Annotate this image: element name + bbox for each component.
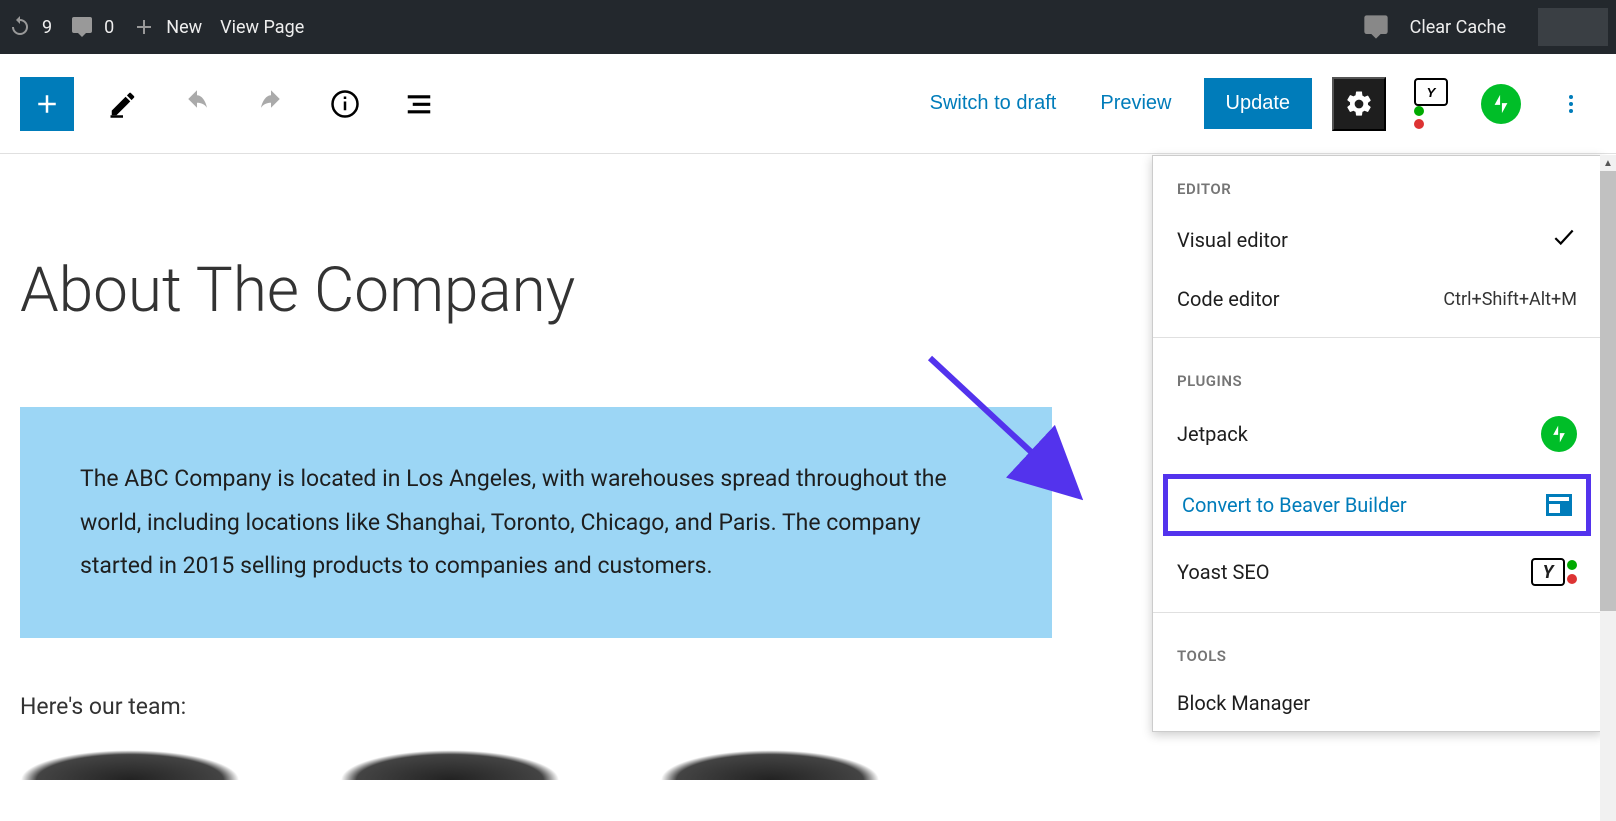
scrollbar-up-arrow[interactable]: ▲	[1600, 155, 1616, 171]
gear-icon	[1344, 89, 1374, 119]
undo-icon	[182, 89, 212, 119]
menu-divider	[1153, 612, 1601, 613]
block-manager-label: Block Manager	[1177, 691, 1310, 715]
comment-icon	[1362, 13, 1390, 41]
beaver-label: Convert to Beaver Builder	[1182, 493, 1407, 517]
clear-cache-button[interactable]: Clear Cache	[1410, 17, 1506, 38]
yoast-label: Yoast SEO	[1177, 560, 1270, 584]
vertical-scrollbar[interactable]: ▲	[1600, 155, 1616, 821]
code-editor-option[interactable]: Code editor Ctrl+Shift+Alt+M	[1153, 271, 1601, 327]
team-image	[340, 750, 560, 780]
adminbar-updates[interactable]: 9	[8, 15, 52, 39]
code-editor-shortcut: Ctrl+Shift+Alt+M	[1443, 289, 1577, 310]
redo-icon	[256, 89, 286, 119]
info-icon	[330, 89, 360, 119]
admin-bar: 9 0 New View Page Clear Cache	[0, 0, 1616, 54]
visual-editor-label: Visual editor	[1177, 228, 1288, 252]
view-page-label: View Page	[220, 17, 304, 38]
plus-icon	[32, 89, 62, 119]
editor-toolbar: Switch to draft Preview Update Y	[0, 54, 1616, 154]
plus-icon	[132, 15, 156, 39]
tools-select-button[interactable]	[98, 79, 148, 129]
yoast-icon: Y	[1531, 558, 1577, 586]
vertical-dots-icon	[1559, 92, 1583, 116]
redo-button[interactable]	[246, 79, 296, 129]
list-outline-icon	[404, 89, 434, 119]
adminbar-account[interactable]	[1538, 8, 1608, 46]
new-label: New	[166, 17, 202, 38]
comment-icon	[70, 15, 94, 39]
beaver-builder-icon	[1546, 494, 1572, 516]
clear-cache-label: Clear Cache	[1410, 17, 1506, 38]
jetpack-label: Jetpack	[1177, 422, 1248, 446]
intro-paragraph-block[interactable]: The ABC Company is located in Los Angele…	[20, 407, 1052, 638]
team-image	[660, 750, 880, 780]
adminbar-view-page[interactable]: View Page	[220, 17, 304, 38]
yoast-icon: Y	[1414, 78, 1448, 129]
tools-section-label: TOOLS	[1153, 623, 1601, 675]
adminbar-comments[interactable]: 0	[70, 15, 114, 39]
add-block-button[interactable]	[20, 77, 74, 131]
scrollbar-thumb[interactable]	[1600, 171, 1616, 611]
jetpack-icon	[1541, 416, 1577, 452]
details-button[interactable]	[320, 79, 370, 129]
intro-paragraph-text: The ABC Company is located in Los Angele…	[80, 465, 947, 579]
comments-count: 0	[104, 17, 114, 38]
visual-editor-option[interactable]: Visual editor	[1153, 208, 1601, 271]
check-icon	[1551, 224, 1577, 255]
jetpack-icon	[1481, 84, 1521, 124]
menu-divider	[1153, 337, 1601, 338]
undo-button[interactable]	[172, 79, 222, 129]
team-image	[20, 750, 240, 780]
jetpack-option[interactable]: Jetpack	[1153, 400, 1601, 468]
adminbar-new[interactable]: New	[132, 15, 202, 39]
block-manager-option[interactable]: Block Manager	[1153, 675, 1601, 731]
switch-to-draft-button[interactable]: Switch to draft	[918, 84, 1069, 123]
more-options-menu: EDITOR Visual editor Code editor Ctrl+Sh…	[1152, 155, 1602, 732]
team-images-row	[20, 750, 1596, 780]
preview-button[interactable]: Preview	[1088, 84, 1183, 123]
yoast-panel-button[interactable]: Y	[1406, 79, 1456, 129]
jetpack-panel-button[interactable]	[1476, 79, 1526, 129]
convert-to-beaver-builder-option[interactable]: Convert to Beaver Builder	[1163, 474, 1591, 536]
code-editor-label: Code editor	[1177, 287, 1280, 311]
outline-button[interactable]	[394, 79, 444, 129]
editor-section-label: EDITOR	[1153, 156, 1601, 208]
refresh-icon	[8, 15, 32, 39]
more-options-button[interactable]	[1546, 79, 1596, 129]
plugins-section-label: PLUGINS	[1153, 348, 1601, 400]
update-button[interactable]: Update	[1204, 78, 1313, 129]
settings-button[interactable]	[1332, 77, 1386, 131]
updates-count: 9	[42, 17, 52, 38]
yoast-seo-option[interactable]: Yoast SEO Y	[1153, 542, 1601, 602]
edit-pencil-icon	[108, 89, 138, 119]
